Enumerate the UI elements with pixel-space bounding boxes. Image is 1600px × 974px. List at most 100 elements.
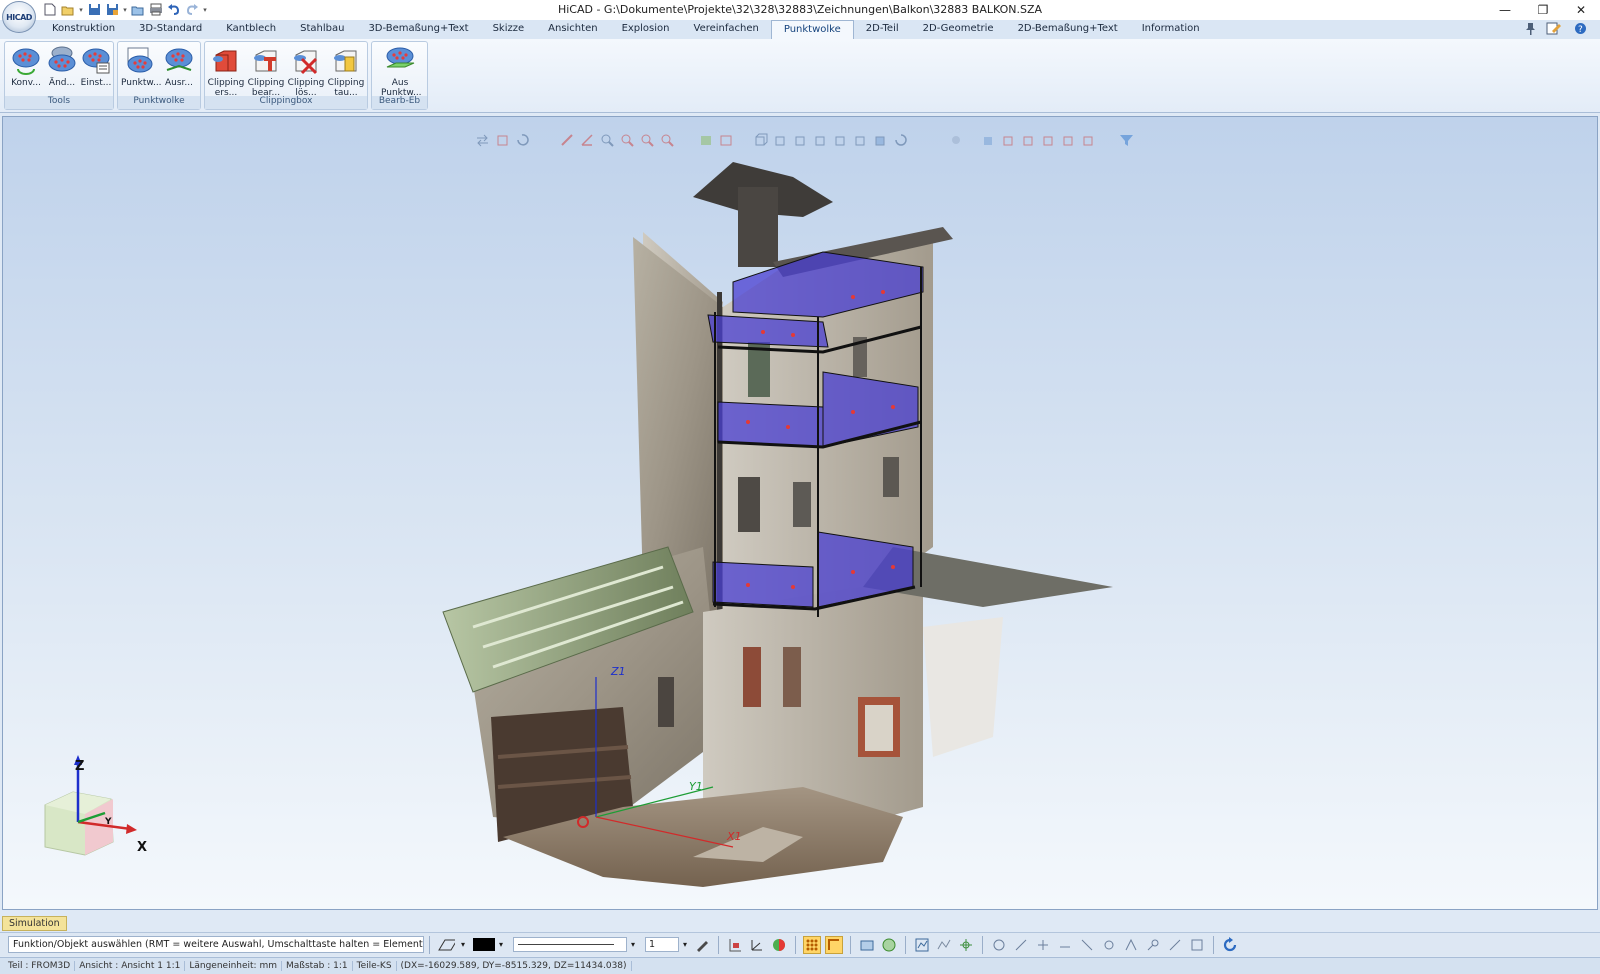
minimize-icon[interactable]: — [1486,0,1524,20]
tab-information[interactable]: Information [1130,20,1212,39]
status-coord-system: Teile-KS [353,961,397,971]
separator [1213,935,1214,954]
tab-3d-bemassung[interactable]: 3D-Bemaßung+Text [356,20,480,39]
group-tools: Konv... Änd... Einst... Tools [4,41,114,110]
tab-2d-teil[interactable]: 2D-Teil [854,20,911,39]
part-axis-z1-label: Z1 [611,665,626,678]
simulation-tab[interactable]: Simulation [2,916,67,931]
tab-punktwolke[interactable]: Punktwolke [770,20,854,39]
save-icon[interactable] [86,2,102,17]
tab-2d-geometrie[interactable]: 2D-Geometrie [911,20,1006,39]
tab-skizze[interactable]: Skizze [481,20,537,39]
refresh-icon[interactable] [1221,936,1239,954]
3d-viewport[interactable]: Z Y X Z1 Y1 X1 [2,116,1598,910]
tool-e-icon[interactable] [1078,936,1096,954]
tab-konstruktion[interactable]: Konstruktion [40,20,127,39]
ribbon-tabs: Konstruktion 3D-Standard Kantblech Stahl… [0,20,1600,39]
close-icon[interactable]: ✕ [1562,0,1600,20]
tab-vereinfachen[interactable]: Vereinfachen [682,20,771,39]
part-axis-y1-label: Y1 [689,780,703,793]
konvertieren-label: Konv... [11,78,41,88]
notes-icon[interactable] [1546,22,1564,38]
tab-2d-bemassung[interactable]: 2D-Bemaßung+Text [1006,20,1130,39]
status-part: Teil : FROM3D [4,961,76,971]
window-controls: — ❐ ✕ [1486,0,1600,20]
chevron-down-icon[interactable]: ▾ [122,6,128,14]
redo-icon[interactable] [184,2,200,17]
undo-icon[interactable] [166,2,182,17]
edge-snap-icon[interactable] [825,935,843,954]
help-icon[interactable]: ? [1574,22,1592,38]
clipping-erstellen-button[interactable]: Clipping ers... [207,45,245,99]
punktwolke-label: Punktw... [121,78,162,88]
ausrichten-label: Ausr... [164,78,193,88]
chevron-down-icon[interactable]: ▾ [497,936,505,954]
point-snap-icon[interactable] [803,935,821,954]
tab-stahlbau[interactable]: Stahlbau [288,20,356,39]
ausrichten-button[interactable]: Ausr... [160,45,198,99]
tab-explosion[interactable]: Explosion [610,20,682,39]
save-as-icon[interactable] [104,2,120,17]
tab-kantblech[interactable]: Kantblech [214,20,288,39]
tool-f-icon[interactable] [1100,936,1118,954]
view-frame-icon[interactable] [858,936,876,954]
chevron-down-icon[interactable]: ▾ [629,936,637,954]
tool-a-icon[interactable] [990,936,1008,954]
customize-qat-icon[interactable]: ▾ [202,6,208,14]
print-icon[interactable] [148,2,164,17]
tab-3d-standard[interactable]: 3D-Standard [127,20,214,39]
group-clippingbox-label: Clippingbox [205,96,367,109]
group-punktwolke: Punktw... Ausr... Punktwolke [117,41,201,110]
tool-d-icon[interactable] [1056,936,1074,954]
tool-c-icon[interactable] [1034,936,1052,954]
tab-ansichten[interactable]: Ansichten [536,20,609,39]
group-bearb-eb: Aus Punktw... Bearb-Eb [371,41,428,110]
punktwolke-button[interactable]: Punktw... [121,45,162,99]
clipping-bearbeiten-button[interactable]: Clipping bear... [247,45,285,99]
chevron-down-icon[interactable]: ▾ [459,936,467,954]
color-sphere-icon[interactable] [770,936,788,954]
einstellungen-button[interactable]: Einst... [77,45,115,99]
quick-access-toolbar: ▾ ▾ ▾ [42,2,208,17]
tool-b-icon[interactable] [1012,936,1030,954]
plane-icon[interactable] [437,936,455,954]
chevron-down-icon[interactable]: ▾ [78,6,84,14]
part-structure-icon[interactable] [726,936,744,954]
konvertieren-button[interactable]: Konv... [7,45,45,99]
app-menu-button[interactable]: HICAD [2,1,36,33]
curve-icon[interactable] [935,936,953,954]
new-file-icon[interactable] [42,2,58,17]
group-clippingbox: Clipping ers... Clipping bear... Clippin… [204,41,368,110]
color-picker[interactable] [473,938,495,951]
clipping-tauschen-button[interactable]: Clipping tau... [327,45,365,99]
chart-icon[interactable] [913,936,931,954]
point-cloud-scene [44,162,1113,887]
open-file-icon[interactable] [60,2,76,17]
separator [429,935,430,954]
status-view: Ansicht : Ansicht 1 1:1 [75,961,186,971]
export-icon[interactable] [130,2,146,17]
ribbon-right-controls: ? [1524,22,1592,38]
restore-icon[interactable]: ❐ [1524,0,1562,20]
clipping-edit-icon [254,50,277,72]
aus-punktwolke-button[interactable]: Aus Punktw... [381,45,422,99]
line-style-select[interactable] [513,937,627,952]
pin-icon[interactable] [1524,22,1536,38]
snap-point-icon[interactable] [957,936,975,954]
chevron-down-icon[interactable]: ▾ [681,936,689,954]
point-cloud-load-icon [127,47,153,73]
aendern-button[interactable]: Änd... [43,45,81,99]
pen-icon[interactable] [693,936,711,954]
line-width-select[interactable]: 1 [645,937,679,952]
tool-i-icon[interactable] [1166,936,1184,954]
tool-g-icon[interactable] [1122,936,1140,954]
clipping-loeschen-button[interactable]: Clipping lös... [287,45,325,99]
tool-j-icon[interactable] [1188,936,1206,954]
clipping-create-icon [213,50,237,72]
coordinate-system-icon[interactable] [748,936,766,954]
tool-h-icon[interactable] [1144,936,1162,954]
clipping-erstellen-label: Clipping ers... [207,78,245,98]
globe-icon[interactable] [880,936,898,954]
point-cloud-edit-icon [48,46,76,72]
group-tools-label: Tools [5,96,113,109]
